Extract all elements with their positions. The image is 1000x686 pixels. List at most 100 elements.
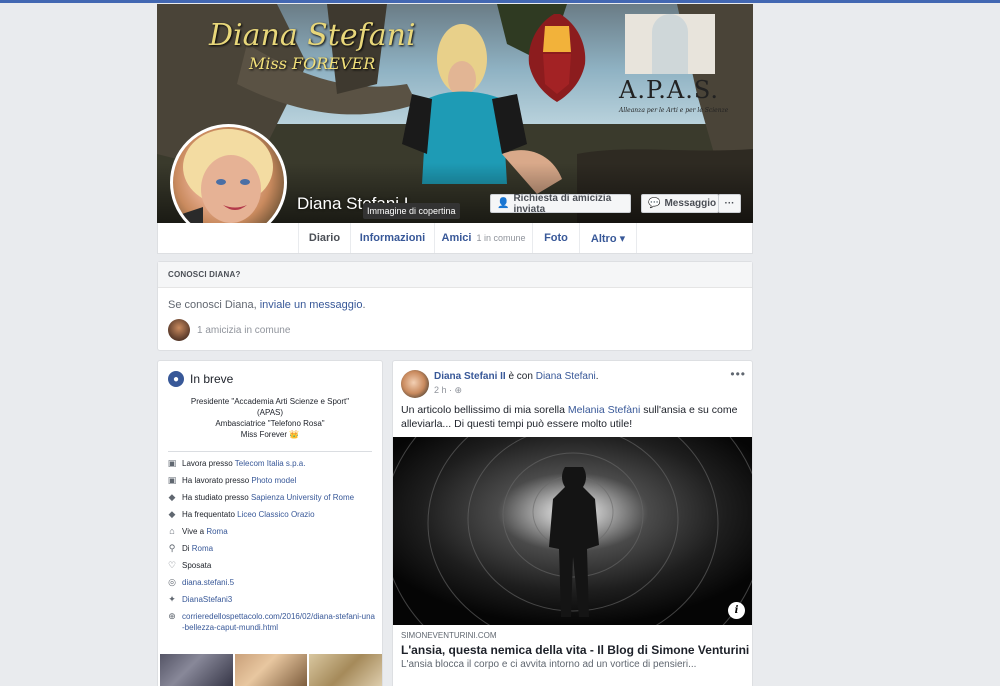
tab-label: Informazioni [359, 232, 426, 244]
tab-friends[interactable]: Amici 1 in comune [434, 223, 532, 253]
intro-item-text: Ha lavorato presso [182, 476, 252, 485]
intro-item-university: ◆ Ha studiato presso Sapienza University… [166, 492, 376, 503]
intro-item-website: ⊕ corrieredellospettacolo.com/2016/02/di… [166, 611, 376, 633]
intro-item-link[interactable]: Roma [192, 544, 213, 553]
more-icon: ··· [724, 198, 735, 209]
tab-label: Diario [308, 232, 341, 244]
post-text-prefix: Un articolo bellissimo di mia sorella [401, 404, 568, 416]
intro-item-work: ▣ Lavora presso Telecom Italia s.p.a. [166, 458, 376, 469]
intro-card: ● In breve Presidente "Accademia Arti Sc… [157, 360, 383, 686]
more-options-button[interactable]: ··· [718, 194, 741, 213]
intro-item-link[interactable]: Liceo Classico Orazio [237, 510, 314, 519]
heart-icon: ♡ [167, 560, 177, 570]
website-link[interactable]: corrieredellospettacolo.com/2016/02/dian… [182, 611, 376, 633]
tab-label: Altro ▾ [590, 232, 626, 245]
mutual-friend-avatar[interactable] [168, 319, 190, 341]
intro-divider [168, 451, 372, 452]
photo-grid [160, 654, 382, 686]
cover-script-name: Diana Stefani [209, 18, 416, 53]
info-icon[interactable]: i [728, 602, 745, 619]
intro-item-text: Di [182, 544, 192, 553]
tab-more[interactable]: Altro ▾ [579, 223, 637, 253]
post-time-label: 2 h · [434, 385, 455, 395]
feed-post: Diana Stefani II è con Diana Stefani. 2 … [392, 360, 753, 686]
intro-item-link[interactable]: Sapienza University of Rome [251, 493, 354, 502]
post-header: Diana Stefani II è con Diana Stefani. [434, 371, 599, 382]
twitter-icon: ✦ [168, 594, 176, 604]
intro-item-text: Vive a [182, 527, 207, 536]
cover-apas-logo: A.P.A.S. [619, 76, 720, 104]
friend-request-sent-button[interactable]: 👤 Richiesta di amicizia inviata [490, 192, 631, 215]
message-label: Messaggio [664, 198, 717, 209]
post-author-link[interactable]: Diana Stefani II [434, 371, 506, 382]
know-text-prefix: Se conosci Diana, [168, 299, 260, 311]
intro-item-link[interactable]: Roma [206, 527, 227, 536]
intro-title: In breve [190, 372, 234, 386]
top-bar [0, 0, 1000, 3]
bio-line: Ambasciatrice "Telefono Rosa" [215, 419, 325, 428]
post-mention-link[interactable]: Melania Stefàni [568, 404, 640, 416]
graduation-cap-icon: ◆ [168, 492, 176, 502]
instagram-icon: ◎ [168, 577, 176, 587]
intro-bio: Presidente "Accademia Arti Scienze e Spo… [168, 396, 372, 440]
know-title: CONOSCI DIANA? [158, 262, 752, 288]
public-globe-icon: ⊕ [454, 385, 463, 395]
post-tagged-link[interactable]: Diana Stefani [536, 371, 596, 382]
intro-header: ● In breve [168, 371, 233, 387]
intro-item-relationship: ♡ Sposata [166, 560, 376, 571]
intro-item-text: Lavora presso [182, 459, 235, 468]
post-with-suffix: . [595, 371, 599, 382]
photo-thumbnail[interactable] [234, 654, 308, 686]
tab-label: Foto [544, 232, 568, 244]
location-pin-icon: ⚲ [168, 543, 176, 553]
bio-line: Presidente "Accademia Arti Scienze e Spo… [190, 397, 350, 406]
message-button[interactable]: 💬 Messaggio [641, 194, 719, 213]
mutual-friends-label: 1 amicizia in comune [197, 324, 291, 336]
twitter-link[interactable]: DianaStefani3 [182, 594, 232, 605]
photo-thumbnail[interactable] [309, 654, 382, 686]
intro-item-twitter: ✦ DianaStefani3 [166, 594, 376, 605]
tunnel-image [393, 437, 752, 625]
post-text: Un articolo bellissimo di mia sorella Me… [401, 404, 746, 431]
mutual-friends[interactable]: 1 amicizia in comune [168, 319, 290, 341]
tab-label: Amici [441, 232, 472, 244]
tab-friends-count: 1 in comune [476, 233, 526, 243]
post-timestamp[interactable]: 2 h · ⊕ [434, 385, 462, 396]
know-text: Se conosci Diana, inviale un messaggio. [168, 299, 366, 311]
cover-apas-subtitle: Alleanza per le Arti e per le Scienze [619, 107, 729, 114]
graduation-cap-icon: ◆ [168, 509, 176, 519]
bio-line: (APAS) [256, 408, 284, 417]
photo-thumbnail[interactable] [160, 654, 233, 686]
link-title[interactable]: L'ansia, questa nemica della vita - Il B… [401, 643, 749, 657]
intro-item-link[interactable]: Telecom Italia s.p.a. [235, 459, 306, 468]
instagram-link[interactable]: diana.stefani.5 [182, 577, 234, 588]
tab-about[interactable]: Informazioni [350, 223, 434, 253]
briefcase-icon: ▣ [167, 458, 177, 468]
send-message-link[interactable]: inviale un messaggio [260, 299, 363, 311]
messenger-icon: 💬 [648, 198, 661, 209]
add-friend-icon: 👤 [497, 198, 510, 209]
intro-item-instagram: ◎ diana.stefani.5 [166, 577, 376, 588]
intro-item-text: Sposata [182, 561, 212, 570]
post-options-button[interactable]: ••• [730, 367, 746, 381]
bio-line: Miss Forever 👑 [240, 430, 300, 439]
tab-photos[interactable]: Foto [532, 223, 579, 253]
tab-timeline[interactable]: Diario [298, 223, 350, 253]
home-icon: ⌂ [169, 526, 175, 536]
intro-item-past-work: ▣ Ha lavorato presso Photo model [166, 475, 376, 486]
post-author-avatar[interactable] [401, 370, 429, 398]
avatar-face [173, 129, 273, 238]
intro-item-high-school: ◆ Ha frequentato Liceo Classico Orazio [166, 509, 376, 520]
intro-item-text: Ha frequentato [182, 510, 238, 519]
globe-icon: ⊕ [168, 611, 176, 621]
intro-item-link[interactable]: Photo model [251, 476, 296, 485]
post-with-text: è con [505, 371, 536, 382]
intro-item-text: Ha studiato presso [182, 493, 251, 502]
link-preview-image[interactable]: i [393, 437, 752, 625]
briefcase-icon: ▣ [167, 475, 177, 485]
profile-tabs: Diario Informazioni Amici 1 in comune Fo… [157, 223, 753, 254]
friend-request-label: Richiesta di amicizia inviata [513, 192, 612, 215]
link-domain: SIMONEVENTURINI.COM [401, 631, 497, 640]
cover-miss-forever: Miss FOREVER [249, 54, 376, 73]
cover-tooltip: Immagine di copertina [363, 203, 460, 219]
